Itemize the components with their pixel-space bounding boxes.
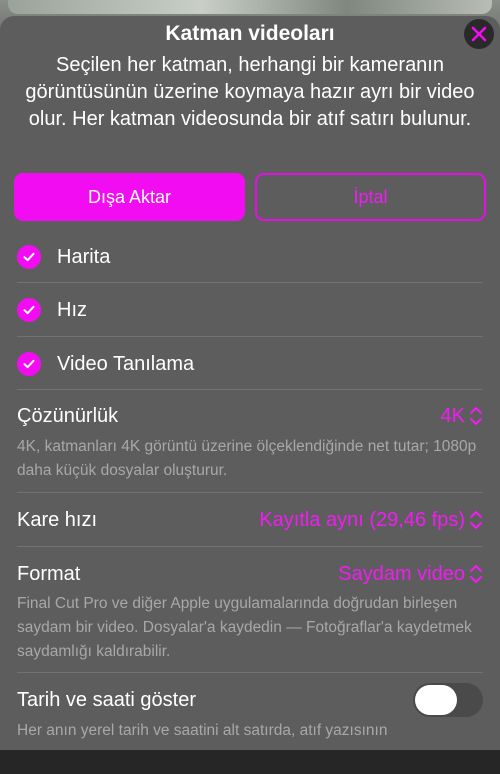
layer-videos-sheet: Katman videoları Seçilen her katman, her… xyxy=(0,16,500,750)
camera-preview-strip xyxy=(8,0,492,14)
bottom-backdrop xyxy=(0,750,500,774)
show-datetime-label: Tarih ve saati göster xyxy=(17,688,196,711)
divider xyxy=(17,336,483,337)
chevron-up-down-icon xyxy=(470,565,482,583)
chevron-up-down-icon xyxy=(470,511,482,529)
cancel-button[interactable]: İptal xyxy=(255,173,486,221)
layer-label: Video Tanılama xyxy=(57,352,195,375)
frame-rate-label: Kare hızı xyxy=(17,508,98,531)
checkmark-icon[interactable] xyxy=(17,298,41,322)
layer-label: Harita xyxy=(57,245,111,268)
frame-rate-value: Kayıtla aynı (29,46 fps) xyxy=(259,508,465,531)
chevron-up-down-icon xyxy=(470,407,482,425)
divider xyxy=(17,389,483,390)
format-label: Format xyxy=(17,562,81,585)
toggle-knob xyxy=(415,685,457,715)
format-description: Final Cut Pro ve diğer Apple uygulamalar… xyxy=(17,595,472,660)
show-datetime-description: Her anın yerel tarih ve saatini alt satı… xyxy=(17,722,388,739)
layer-row-harita[interactable]: Harita xyxy=(17,231,483,283)
divider xyxy=(17,672,483,673)
resolution-label: Çözünürlük xyxy=(17,404,119,427)
resolution-value: 4K xyxy=(440,404,465,427)
resolution-picker[interactable]: 4K xyxy=(441,405,483,428)
layer-label: Hız xyxy=(57,298,87,321)
divider xyxy=(17,492,483,493)
divider xyxy=(17,546,483,547)
checkmark-icon[interactable] xyxy=(17,352,41,376)
resolution-row: Çözünürlük 4K xyxy=(17,400,483,432)
layer-row-hiz[interactable]: Hız xyxy=(17,284,483,336)
sheet-description: Seçilen her katman, herhangi bir kameran… xyxy=(25,54,475,130)
resolution-description: 4K, katmanları 4K görüntü üzerine ölçekl… xyxy=(17,438,477,479)
checkmark-icon[interactable] xyxy=(17,245,41,269)
format-value: Saydam video xyxy=(338,562,465,585)
format-picker[interactable]: Saydam video xyxy=(338,563,483,586)
divider xyxy=(17,282,483,283)
show-datetime-toggle[interactable] xyxy=(413,683,483,717)
frame-rate-picker[interactable]: Kayıtla aynı (29,46 fps) xyxy=(259,509,483,532)
format-row: Format Saydam video xyxy=(17,558,483,590)
layer-row-video-diagnostics[interactable]: Video Tanılama xyxy=(17,338,483,390)
export-button[interactable]: Dışa Aktar xyxy=(14,173,245,221)
sheet-title: Katman videoları xyxy=(165,22,335,45)
frame-rate-row: Kare hızı Kayıtla aynı (29,46 fps) xyxy=(17,504,483,536)
